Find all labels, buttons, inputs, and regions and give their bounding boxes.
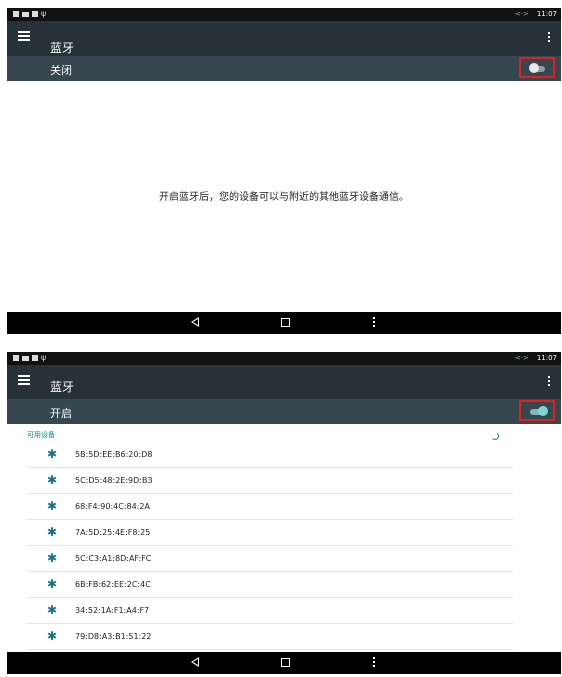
bluetooth-toggle-bar[interactable]: 开启 [7, 399, 561, 424]
device-row[interactable]: ✱ 7A:5D:25:4E:F8:25 [27, 520, 513, 546]
back-icon[interactable] [191, 657, 199, 667]
page-title: 蓝牙 [50, 41, 75, 55]
home-icon[interactable] [281, 658, 290, 667]
device-name: 5B:5D:EE:B6:20:D8 [75, 450, 153, 459]
message-icon [22, 11, 29, 17]
device-name: 6B:FB:62:EE:2C:4C [75, 580, 151, 589]
more-options-icon[interactable] [548, 376, 551, 388]
hamburger-menu-icon[interactable] [18, 31, 30, 43]
bluetooth-icon: ✱ [47, 577, 58, 591]
device-name: 7A:5D:25:4E:F8:25 [75, 528, 151, 537]
device-name: 5C:C3:A1:8D:AF:FC [75, 554, 152, 563]
toggle-label: 开启 [50, 407, 72, 420]
bluetooth-screen-off: ψ <·> 11:07 蓝牙 关闭 开启蓝牙后，您的设备可以与附近的其他蓝牙设备… [7, 8, 561, 334]
message-icon [22, 355, 29, 361]
back-icon[interactable] [191, 317, 199, 327]
menu-dots-icon[interactable] [373, 317, 375, 329]
bluetooth-icon: ✱ [47, 525, 58, 539]
bluetooth-icon: ✱ [47, 473, 58, 487]
device-list: ✱ 5B:5D:EE:B6:20:D8 ✱ 5C:D5:48:2E:9D:B3 … [27, 442, 513, 650]
bluetooth-icon: ✱ [47, 499, 58, 513]
device-name: 5C:D5:48:2E:9D:B3 [75, 476, 153, 485]
usb-icon: ψ [41, 353, 47, 362]
status-time: 11:07 [536, 354, 557, 362]
bluetooth-toggle-bar[interactable]: 关闭 [7, 56, 561, 81]
switch-thumb [529, 63, 539, 73]
status-right: <·> 11:07 [515, 10, 557, 18]
toggle-label: 关闭 [50, 64, 72, 77]
device-name: 68:F4:90:4C:84:2A [75, 502, 150, 511]
device-name: 79:D8:A3:B1:51:22 [75, 632, 152, 641]
bluetooth-icon: ✱ [47, 551, 58, 565]
status-time: 11:07 [536, 10, 557, 18]
status-icons: ψ [13, 9, 47, 18]
status-icons: ψ [13, 353, 47, 362]
device-name: 34:52:1A:F1:A4:F7 [75, 606, 150, 615]
status-bar: ψ <·> 11:07 [7, 352, 561, 365]
bluetooth-icon: ✱ [47, 447, 58, 461]
device-row[interactable]: ✱ 6B:FB:62:EE:2C:4C [27, 572, 513, 598]
device-row[interactable]: ✱ 34:52:1A:F1:A4:F7 [27, 598, 513, 624]
sync-icon: <·> [514, 10, 529, 18]
device-row[interactable]: ✱ 68:F4:90:4C:84:2A [27, 494, 513, 520]
sync-icon: <·> [514, 354, 529, 362]
usb-icon: ψ [41, 9, 47, 18]
more-options-icon[interactable] [548, 32, 551, 44]
device-row[interactable]: ✱ 79:D8:A3:B1:51:22 [27, 624, 513, 650]
hamburger-menu-icon[interactable] [18, 375, 30, 387]
scanning-spinner-icon [491, 432, 499, 440]
notification-icon [13, 11, 19, 17]
device-row[interactable]: ✱ 5B:5D:EE:B6:20:D8 [27, 442, 513, 468]
home-icon[interactable] [281, 318, 290, 327]
bluetooth-icon: ✱ [47, 603, 58, 617]
image-icon [32, 355, 38, 361]
bluetooth-switch[interactable] [519, 57, 555, 78]
bluetooth-off-message: 开启蓝牙后，您的设备可以与附近的其他蓝牙设备通信。 [159, 192, 409, 203]
bluetooth-screen-on: ψ <·> 11:07 蓝牙 开启 可用设备 ✱ 5B:5D:EE:B6:20:… [7, 352, 561, 674]
status-bar: ψ <·> 11:07 [7, 8, 561, 21]
menu-dots-icon[interactable] [373, 657, 375, 669]
bluetooth-switch[interactable] [519, 400, 555, 421]
available-devices-header: 可用设备 [27, 431, 55, 439]
notification-icon [13, 355, 19, 361]
bluetooth-icon: ✱ [47, 629, 58, 643]
navigation-bar [7, 312, 561, 334]
page-title: 蓝牙 [50, 380, 75, 394]
switch-thumb [538, 406, 548, 416]
app-bar: 蓝牙 [7, 365, 561, 401]
device-row[interactable]: ✱ 5C:D5:48:2E:9D:B3 [27, 468, 513, 494]
status-right: <·> 11:07 [515, 354, 557, 362]
navigation-bar [7, 652, 561, 674]
device-row[interactable]: ✱ 5C:C3:A1:8D:AF:FC [27, 546, 513, 572]
image-icon [32, 11, 38, 17]
